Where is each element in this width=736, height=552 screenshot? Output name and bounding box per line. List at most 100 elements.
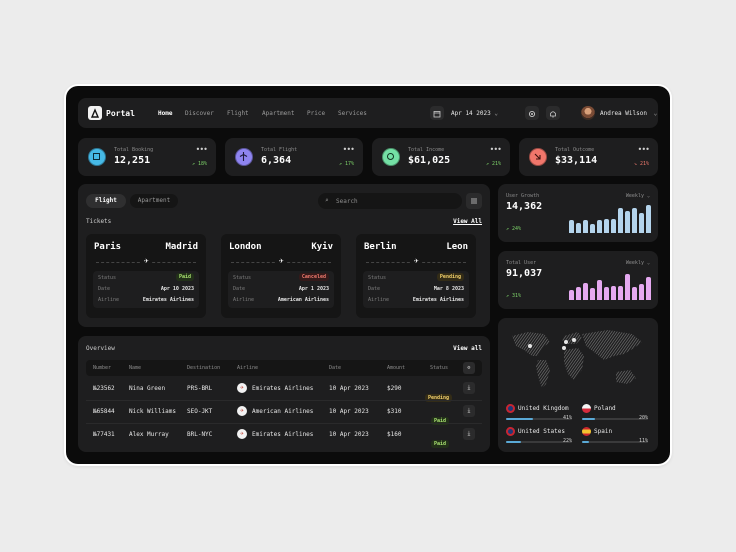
country-percentage: 20% [639, 415, 649, 421]
stat-card-total-booking[interactable]: Total Booking 12,251 ••• ↗ 18% [78, 138, 216, 176]
overview-title: Overview [86, 345, 115, 352]
country-percentage: 41% [563, 415, 573, 421]
period-value: Weekly [625, 193, 644, 199]
user-avatar[interactable] [581, 106, 595, 120]
nav-link-apartment[interactable]: Apartment [262, 110, 295, 117]
download-icon[interactable]: ⤓ [463, 382, 475, 394]
logo-icon[interactable] [88, 106, 102, 120]
trend-up-icon: ↗ [338, 161, 342, 167]
trend-value: 18% [197, 161, 207, 167]
more-options-icon[interactable]: ••• [490, 145, 502, 154]
flight-tickets-panel: Flight Apartment ⌕ Search Tickets View A… [78, 184, 490, 327]
nav-link-price[interactable]: Price [307, 110, 325, 117]
trend-up-icon: ↗ [506, 293, 510, 299]
chart-bar [632, 208, 637, 233]
settings-gear-icon[interactable] [525, 106, 539, 120]
row-name: Nick Williams [129, 408, 176, 415]
row-destination: BRL-NYC [187, 431, 213, 438]
trend-up-icon: ↗ [506, 226, 510, 232]
outcome-icon [529, 148, 547, 166]
chart-bar [646, 205, 651, 233]
ticket-card[interactable]: Paris Madrid ✈ Status Paid Date Apr 10 2… [86, 234, 206, 318]
ticket-details: Status Pending Date Mar 8 2023 Airline E… [363, 271, 469, 308]
nav-link-home[interactable]: Home [158, 110, 172, 117]
period-dropdown[interactable]: Weekly ⌄ [626, 260, 650, 266]
map-marker [562, 346, 566, 350]
nav-link-services[interactable]: Services [338, 110, 367, 117]
chart-bar [583, 219, 588, 233]
calendar-icon[interactable] [430, 106, 444, 120]
ticket-airline: Emirates Airlines [142, 297, 194, 303]
total-user-label: Total User [506, 260, 537, 266]
status-label: Status [368, 275, 387, 281]
country-progress-fill [506, 418, 534, 420]
stat-card-total-outcome[interactable]: Total Outcome $33,114 ••• ↘ 21% [519, 138, 658, 176]
chevron-down-icon: ⌄ [646, 193, 650, 199]
top-navbar: Portal Home Discover Flight Apartment Pr… [78, 98, 658, 128]
map-marker [564, 340, 568, 344]
chart-bar [604, 286, 609, 300]
chart-bar [632, 286, 637, 300]
status-label: Status [233, 275, 252, 281]
filter-icon[interactable] [466, 193, 482, 209]
column-header: Name [129, 365, 142, 371]
chevron-down-icon: ⌄ [653, 110, 658, 117]
date-value: Apr 14 2023 [451, 110, 491, 117]
download-icon[interactable]: ⤓ [463, 428, 475, 440]
ticket-to-city: Madrid [165, 242, 198, 252]
chart-bar [646, 276, 651, 300]
column-header: Date [329, 365, 342, 371]
view-all-tickets-link[interactable]: View All [453, 218, 482, 225]
ticket-date: Apr 10 2023 [160, 286, 194, 292]
stat-card-total-flight[interactable]: Total Flight 6,364 ••• ↗ 17% [225, 138, 363, 176]
date-label: Date [98, 286, 111, 292]
period-dropdown[interactable]: Weekly ⌄ [626, 193, 650, 199]
more-options-icon[interactable]: ••• [196, 145, 208, 154]
stat-trend: ↗ 17% [339, 161, 354, 167]
ticket-card[interactable]: London Kyiv ✈ Status Canceled Date Apr 1… [221, 234, 341, 318]
stat-card-total-income[interactable]: Total Income $61,025 ••• ↗ 21% [372, 138, 510, 176]
tab-apartment[interactable]: Apartment [130, 194, 178, 208]
stat-label: Total Booking [114, 147, 154, 153]
row-number: №65844 [93, 408, 115, 415]
world-map [512, 330, 642, 388]
trend-value: 21% [639, 161, 649, 167]
stat-value: 6,364 [261, 155, 292, 166]
view-all-overview-link[interactable]: View all [453, 345, 482, 352]
notification-bell-icon[interactable] [546, 106, 560, 120]
more-options-icon[interactable]: ••• [343, 145, 355, 154]
chart-bar [639, 212, 644, 233]
date-selector[interactable]: Apr 14 2023 ⌄ [451, 110, 498, 117]
tab-flight[interactable]: Flight [86, 194, 126, 208]
status-label: Status [98, 275, 117, 281]
more-options-icon[interactable]: ••• [638, 145, 650, 154]
brand-name: Portal [106, 109, 135, 118]
world-map-card: United Kingdom 41% Poland 20% United Sta… [498, 318, 658, 452]
search-input[interactable]: ⌕ Search [318, 193, 462, 209]
ticket-card[interactable]: Berlin Leon ✈ Status Pending Date Mar 8 … [356, 234, 476, 318]
row-date: 10 Apr 2023 [329, 385, 369, 392]
airplane-icon: ✈ [412, 256, 421, 265]
chart-bar [590, 224, 595, 233]
chart-bar [576, 222, 581, 233]
booking-icon [88, 148, 106, 166]
chart-bar [639, 284, 644, 300]
user-menu[interactable]: Andrea Wilson ⌄ [600, 110, 657, 117]
nav-link-flight[interactable]: Flight [227, 110, 249, 117]
airplane-icon: ✈ [277, 256, 286, 265]
country-name: Poland [594, 405, 616, 412]
ticket-from-city: Berlin [364, 242, 397, 252]
chart-bar [604, 218, 609, 233]
country-progress-fill [506, 441, 521, 443]
status-badge: Canceled [298, 273, 329, 281]
user-name: Andrea Wilson [600, 110, 647, 117]
country-name: United Kingdom [518, 405, 569, 412]
row-airline: American Airlines [252, 408, 314, 415]
column-header: Airline [237, 365, 259, 371]
nav-link-discover[interactable]: Discover [185, 110, 214, 117]
row-divider [86, 423, 482, 424]
stat-label: Total Outcome [555, 147, 595, 153]
table-settings-icon[interactable]: ⚙ [463, 362, 475, 374]
download-icon[interactable]: ⤓ [463, 405, 475, 417]
chevron-down-icon: ⌄ [646, 260, 650, 266]
